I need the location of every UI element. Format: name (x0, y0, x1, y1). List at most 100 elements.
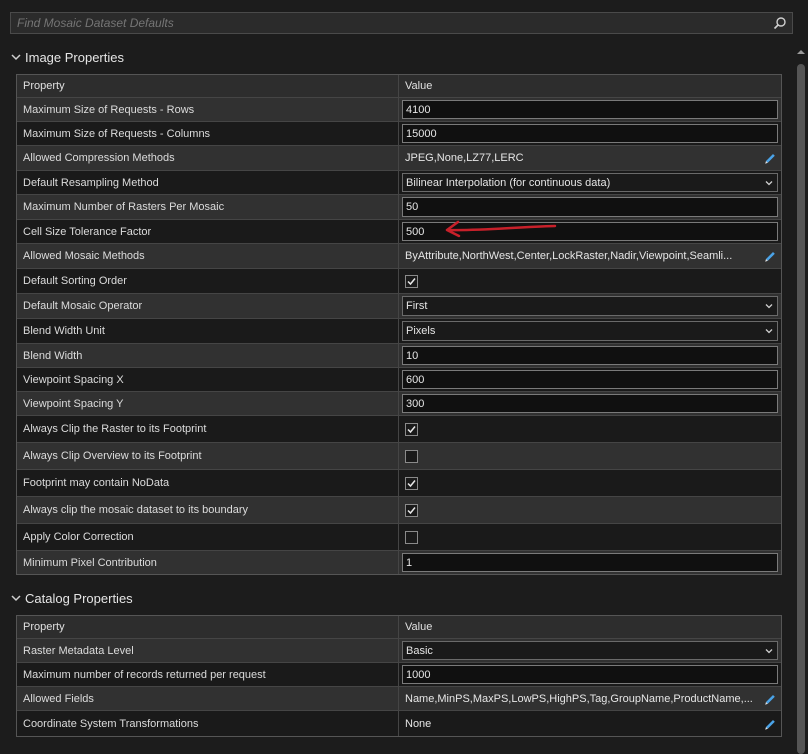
maximum-size-of-requests-columns-input[interactable]: 15000 (402, 124, 778, 143)
catalog-properties-table: Property Value Raster Metadata Level Basi… (16, 615, 782, 737)
apply-color-correction-checkbox[interactable] (405, 530, 418, 544)
property-row-allowed-fields: Allowed Fields Name,MinPS,MaxPS,LowPS,Hig… (17, 686, 781, 710)
maximum-size-of-requests-rows-input[interactable]: 4100 (402, 100, 778, 119)
property-column-header: Property (17, 75, 399, 97)
pencil-icon[interactable] (763, 717, 777, 731)
allowed-compression-methods-value: JPEG,None,LZ77,LERC (405, 152, 524, 164)
search-input[interactable] (11, 13, 792, 33)
property-row-always-clip-the-mosaic-dataset-to-its-boundary: Always clip the mosaic dataset to its bo… (17, 496, 781, 523)
property-value-cell: 1000 (399, 663, 781, 686)
property-row-blend-width-unit: Blend Width Unit Pixels (17, 318, 781, 343)
chevron-down-icon[interactable] (765, 647, 773, 655)
section-title: Catalog Properties (25, 590, 133, 606)
property-row-always-clip-the-raster-to-its-footprint: Always Clip the Raster to its Footprint (17, 415, 781, 442)
value-column-header: Value (405, 621, 433, 633)
property-value-cell: 10 (399, 344, 781, 367)
minimum-pixel-contribution-input[interactable]: 1 (402, 553, 778, 572)
property-value-cell (399, 416, 781, 442)
property-row-maximum-size-of-requests-columns: Maximum Size of Requests - Columns 15000 (17, 121, 781, 145)
pencil-icon[interactable] (763, 249, 777, 263)
property-label: Always Clip Overview to its Footprint (17, 443, 399, 469)
scrollbar-thumb[interactable] (797, 64, 805, 754)
property-label: Always clip the mosaic dataset to its bo… (17, 497, 399, 523)
viewpoint-spacing-x-input[interactable]: 600 (402, 370, 778, 389)
default-mosaic-operator-dropdown[interactable]: First (402, 296, 778, 316)
checkmark-icon (407, 277, 416, 285)
property-label: Blend Width (17, 344, 399, 367)
viewpoint-spacing-y-input[interactable]: 300 (402, 394, 778, 413)
footprint-may-contain-nodata-checkbox[interactable] (405, 476, 418, 490)
blend-width-unit-dropdown[interactable]: Pixels (402, 321, 778, 341)
property-row-always-clip-overview-to-its-footprint: Always Clip Overview to its Footprint (17, 442, 781, 469)
maximum-number-of-rasters-per-mosaic-input[interactable]: 50 (402, 197, 778, 217)
default-sorting-order-checkbox[interactable] (405, 274, 418, 288)
allowed-fields-value: Name,MinPS,MaxPS,LowPS,HighPS,Tag,GroupN… (405, 692, 753, 705)
property-label: Viewpoint Spacing Y (17, 392, 399, 415)
chevron-down-icon[interactable] (765, 327, 773, 335)
property-value-cell (399, 443, 781, 469)
property-row-default-sorting-order: Default Sorting Order (17, 268, 781, 293)
pencil-icon[interactable] (763, 151, 777, 165)
catalog-properties-header[interactable]: Catalog Properties (10, 588, 133, 608)
dropdown-selected-value: Pixels (406, 325, 436, 337)
allowed-mosaic-methods-value: ByAttribute,NorthWest,Center,LockRaster,… (405, 250, 733, 262)
dropdown-selected-value: Basic (406, 644, 433, 657)
property-row-allowed-compression-methods: Allowed Compression Methods JPEG,None,LZ7… (17, 145, 781, 170)
property-value-cell: None (399, 711, 781, 736)
search-icon[interactable] (773, 16, 787, 30)
property-row-minimum-pixel-contribution: Minimum Pixel Contribution 1 (17, 550, 781, 574)
chevron-down-icon[interactable] (765, 179, 773, 187)
checkmark-icon (407, 425, 416, 433)
property-row-maximum-size-of-requests-rows: Maximum Size of Requests - Rows 4100 (17, 97, 781, 121)
property-label: Cell Size Tolerance Factor (17, 220, 399, 243)
property-value-cell (399, 470, 781, 496)
image-properties-header[interactable]: Image Properties (10, 47, 124, 67)
section-title: Image Properties (25, 49, 124, 65)
property-label: Raster Metadata Level (17, 639, 399, 662)
pencil-icon[interactable] (763, 692, 777, 706)
property-row-maximum-number-of-rasters-per-mosaic: Maximum Number of Rasters Per Mosaic 50 (17, 194, 781, 219)
table-header-row: Property Value (17, 75, 781, 97)
property-row-default-resampling-method: Default Resampling Method Bilinear Interp… (17, 170, 781, 194)
raster-metadata-level-dropdown[interactable]: Basic (402, 641, 778, 660)
property-label: Apply Color Correction (17, 524, 399, 550)
property-label: Maximum Size of Requests - Columns (17, 122, 399, 145)
chevron-down-icon[interactable] (765, 302, 773, 310)
property-value-cell: 4100 (399, 98, 781, 121)
property-label: Always Clip the Raster to its Footprint (17, 416, 399, 442)
property-row-maximum-number-of-records-returned-per-request: Maximum number of records returned per r… (17, 662, 781, 686)
property-value-cell: First (399, 294, 781, 318)
always-clip-the-raster-to-its-footprint-checkbox[interactable] (405, 422, 418, 436)
value-column-header: Value (405, 80, 433, 92)
property-value-cell: ByAttribute,NorthWest,Center,LockRaster,… (399, 244, 781, 268)
property-row-footprint-may-contain-nodata: Footprint may contain NoData (17, 469, 781, 496)
property-label: Footprint may contain NoData (17, 470, 399, 496)
property-label: Maximum Size of Requests - Rows (17, 98, 399, 121)
default-resampling-method-dropdown[interactable]: Bilinear Interpolation (for continuous d… (402, 173, 778, 192)
vertical-scrollbar[interactable] (794, 42, 808, 754)
property-row-viewpoint-spacing-y: Viewpoint Spacing Y 300 (17, 391, 781, 415)
property-label: Default Resampling Method (17, 171, 399, 194)
chevron-down-icon[interactable] (10, 592, 22, 604)
scroll-up-icon[interactable] (797, 48, 805, 56)
chevron-down-icon[interactable] (10, 51, 22, 63)
property-label: Allowed Mosaic Methods (17, 244, 399, 268)
search-bar[interactable] (10, 12, 793, 34)
property-label: Maximum Number of Rasters Per Mosaic (17, 195, 399, 219)
property-label: Maximum number of records returned per r… (17, 663, 399, 686)
property-row-raster-metadata-level: Raster Metadata Level Basic (17, 638, 781, 662)
property-row-blend-width: Blend Width 10 (17, 343, 781, 367)
property-label: Coordinate System Transformations (17, 711, 399, 736)
property-label: Viewpoint Spacing X (17, 368, 399, 391)
property-value-cell: Bilinear Interpolation (for continuous d… (399, 171, 781, 194)
always-clip-the-mosaic-dataset-to-its-boundary-checkbox[interactable] (405, 503, 418, 517)
always-clip-overview-to-its-footprint-checkbox[interactable] (405, 449, 418, 463)
property-label: Allowed Compression Methods (17, 146, 399, 170)
property-value-cell (399, 497, 781, 523)
blend-width-input[interactable]: 10 (402, 346, 778, 365)
property-row-cell-size-tolerance-factor: Cell Size Tolerance Factor 500 (17, 219, 781, 243)
property-value-cell (399, 524, 781, 550)
image-properties-table: Property Value Maximum Size of Requests … (16, 74, 782, 575)
maximum-number-of-records-returned-per-request-input[interactable]: 1000 (402, 665, 778, 684)
table-header-row: Property Value (17, 616, 781, 638)
